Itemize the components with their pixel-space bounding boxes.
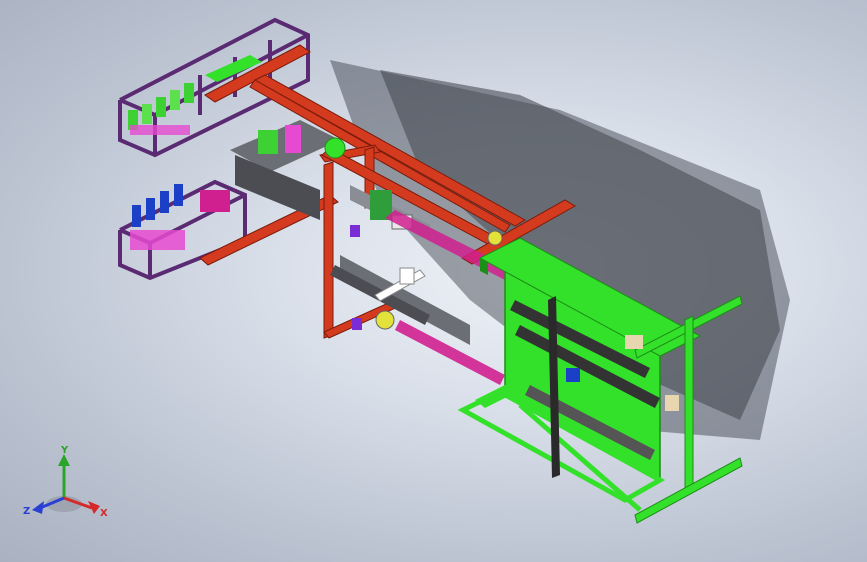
y-axis-label: Y: [60, 446, 69, 456]
assembly-model[interactable]: [0, 0, 867, 562]
cad-viewport[interactable]: Y Z X: [0, 0, 867, 562]
z-axis-label: Z: [23, 506, 30, 517]
coordinate-triad[interactable]: Y Z X: [22, 446, 112, 526]
z-arrow-icon: [32, 501, 44, 514]
x-axis-label: X: [100, 508, 108, 519]
